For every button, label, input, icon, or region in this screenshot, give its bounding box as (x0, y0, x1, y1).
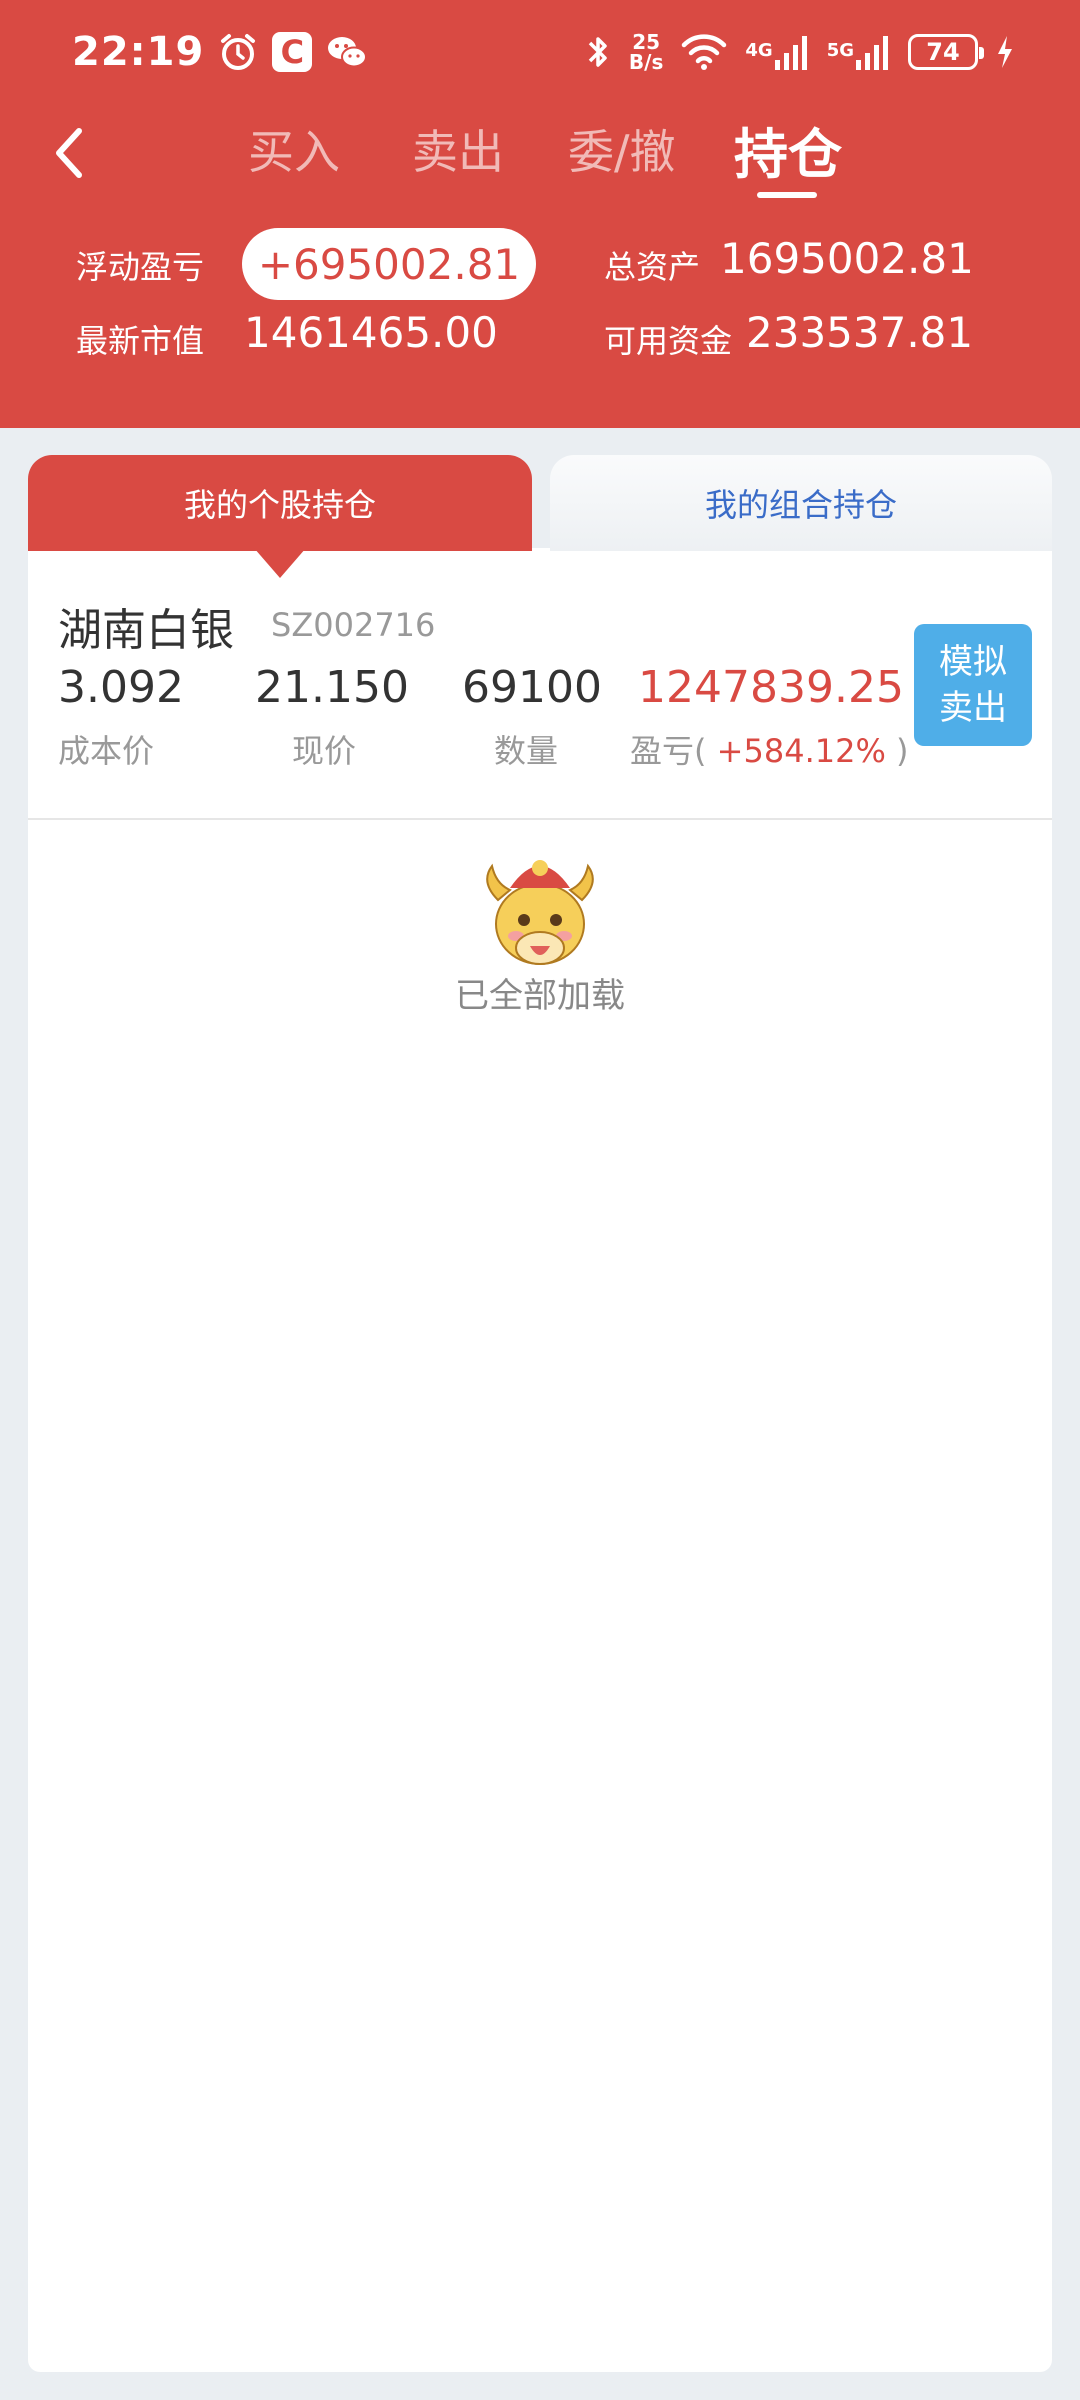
active-tab-indicator (757, 192, 817, 198)
tab-holdings[interactable]: 持仓 (734, 110, 842, 189)
net-speed: 25 B/s (628, 30, 664, 74)
available-funds-label: 可用资金 (604, 322, 733, 360)
divider (28, 818, 1052, 820)
battery-icon: 74 (908, 34, 984, 70)
stock-name: 湖南白银 (58, 605, 234, 656)
bluetooth-icon (585, 32, 611, 72)
header: 22:19 C 25 B/s 4G 5G 74 买入 卖出 委/撤 持仓 浮动盈… (0, 0, 1080, 428)
total-assets-label: 总资产 (604, 248, 701, 286)
quantity-label: 数量 (494, 732, 559, 770)
float-pnl-label: 浮动盈亏 (76, 248, 205, 286)
tab-sell[interactable]: 卖出 (412, 116, 504, 182)
pnl-value: 1247839.25 (638, 662, 904, 713)
market-value-label: 最新市值 (76, 322, 205, 360)
wifi-icon (681, 33, 727, 71)
holding-row[interactable]: 湖南白银 SZ002716 3.092 成本价 21.150 现价 69100 … (28, 570, 1052, 820)
status-bar: 22:19 C 25 B/s 4G 5G 74 (0, 0, 1080, 104)
pnl-label: 盈亏( +584.12% ) (630, 732, 909, 770)
tab-my-portfolio-holdings[interactable]: 我的组合持仓 (550, 455, 1052, 551)
cost-price-label: 成本价 (58, 732, 155, 770)
alarm-icon (218, 32, 258, 72)
total-assets-value: 1695002.81 (720, 234, 974, 283)
signal-icon-4g: 4G (745, 34, 808, 70)
simulate-sell-button[interactable]: 模拟 卖出 (914, 624, 1032, 746)
account-summary: 浮动盈亏 +695002.81 总资产 1695002.81 最新市值 1461… (0, 222, 1080, 372)
wechat-icon (326, 33, 368, 71)
holdings-segment-tabs: 我的个股持仓 我的组合持仓 (28, 455, 1052, 551)
app-c-icon: C (272, 32, 313, 72)
nav-bar: 买入 卖出 委/撤 持仓 (0, 104, 1080, 204)
available-funds-value: 233537.81 (746, 308, 974, 357)
tab-orders-cancel[interactable]: 委/撤 (568, 116, 676, 182)
cow-mascot-icon (470, 848, 610, 978)
tab-buy[interactable]: 买入 (248, 116, 340, 182)
all-loaded-text: 已全部加载 (455, 976, 625, 1016)
holdings-panel (28, 548, 1052, 2372)
signal-icon-5g: 5G (827, 34, 890, 70)
current-price-value: 21.150 (255, 662, 409, 713)
cost-price-value: 3.092 (58, 662, 184, 713)
charging-icon (996, 35, 1014, 69)
pnl-percent: +584.12% (716, 732, 886, 770)
market-value-value: 1461465.00 (244, 308, 498, 357)
tab-my-stock-holdings[interactable]: 我的个股持仓 (28, 455, 532, 551)
current-price-label: 现价 (292, 732, 357, 770)
status-time: 22:19 (72, 29, 205, 75)
stock-code: SZ002716 (271, 606, 436, 644)
trade-tabs: 买入 卖出 委/撤 持仓 (0, 104, 1080, 204)
quantity-value: 69100 (462, 662, 602, 713)
float-pnl-value: +695002.81 (242, 228, 536, 300)
